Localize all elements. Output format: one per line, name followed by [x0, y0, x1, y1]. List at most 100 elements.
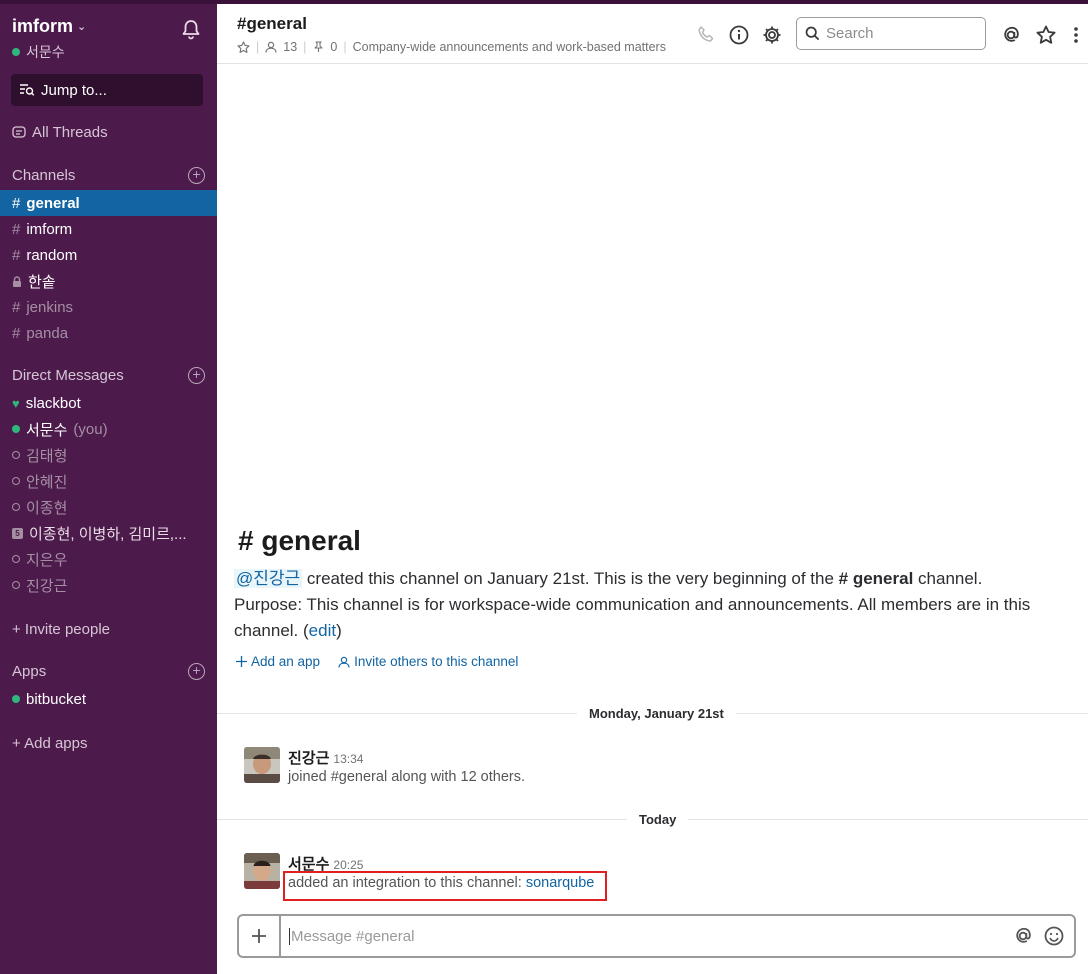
member-count[interactable]: 13: [283, 40, 297, 54]
sidebar-item-label: 김태형: [26, 447, 68, 465]
message-timestamp[interactable]: 13:34: [333, 752, 363, 766]
sidebar-item-label: imform: [26, 220, 73, 238]
hash-icon: #: [12, 194, 21, 212]
sidebar-item-label: 한솥: [28, 273, 56, 291]
chevron-down-icon: ⌄: [77, 21, 87, 33]
jump-to-label: Jump to...: [41, 81, 107, 99]
channel-reference[interactable]: # general: [839, 569, 914, 588]
team-name: imform: [12, 16, 74, 36]
all-threads-link[interactable]: All Threads: [12, 124, 108, 141]
sidebar-item-panda[interactable]: # panda: [0, 320, 217, 346]
jump-to-icon: [20, 84, 35, 96]
channel-intro-text: @진강근 created this channel on January 21s…: [234, 566, 1064, 644]
sidebar-item-label: bitbucket: [26, 690, 87, 708]
info-icon[interactable]: [728, 24, 750, 46]
hash-icon: #: [12, 246, 21, 264]
current-user-name: 서문수: [26, 44, 65, 60]
divider: |: [343, 40, 347, 54]
sidebar-item-label: random: [26, 246, 78, 264]
sidebar-item-label: 이종현: [26, 499, 68, 517]
add-app-button[interactable]: Add an app: [236, 654, 320, 669]
divider: |: [303, 40, 307, 54]
add-app-icon[interactable]: +: [188, 663, 205, 680]
sidebar-item-hansot[interactable]: 한솥: [0, 268, 217, 294]
sidebar-item-self[interactable]: 서문수 (you): [0, 416, 217, 442]
sidebar-item-label: panda: [26, 324, 69, 342]
sidebar-item-dm[interactable]: 지은우: [0, 546, 217, 572]
channel-title: #general: [237, 14, 307, 33]
author-name[interactable]: 진강근: [288, 750, 329, 767]
add-apps-label: + Add apps: [12, 734, 88, 752]
sidebar-item-label: 진강근: [26, 577, 68, 595]
purpose-end: ): [336, 621, 342, 640]
current-user[interactable]: 서문수: [12, 42, 65, 62]
you-suffix: (you): [73, 420, 108, 438]
jump-to-button[interactable]: Jump to...: [11, 74, 203, 106]
avatar[interactable]: [244, 747, 280, 783]
phone-icon[interactable]: [695, 24, 717, 46]
apps-section-header[interactable]: Apps +: [12, 663, 205, 680]
avatar-image: [244, 747, 280, 783]
sidebar-item-dm[interactable]: 김태형: [0, 442, 217, 468]
sidebar-item-random[interactable]: # random: [0, 242, 217, 268]
invite-others-button[interactable]: Invite others to this channel: [338, 654, 518, 669]
channel-topic[interactable]: Company-wide announcements and work-base…: [353, 40, 666, 54]
channels-heading: Channels: [12, 167, 76, 184]
message-text: joined #general along with 12 others.: [288, 769, 525, 785]
plus-icon: [252, 929, 266, 943]
sidebar-item-dm[interactable]: 안혜진: [0, 468, 217, 494]
message-author[interactable]: 진강근 13:34: [288, 747, 363, 768]
sidebar-item-label: jenkins: [26, 298, 74, 316]
search-icon: [805, 26, 820, 41]
heart-icon: ♥: [12, 395, 20, 411]
bell-icon[interactable]: [180, 18, 202, 40]
channel-header: #general | 13 | 0 | Company-wide announc…: [217, 0, 1088, 64]
channels-section-header[interactable]: Channels +: [12, 167, 205, 184]
creator-mention[interactable]: @진강근: [234, 569, 303, 588]
mention-icon[interactable]: [1012, 925, 1034, 947]
starred-items-icon[interactable]: [1035, 24, 1057, 46]
highlight-annotation-box: [283, 871, 607, 901]
member-icon[interactable]: [265, 41, 277, 53]
dm-section-header[interactable]: Direct Messages +: [12, 367, 205, 384]
sidebar-item-dm[interactable]: 이종현: [0, 494, 217, 520]
sidebar-item-slackbot[interactable]: ♥ slackbot: [0, 390, 217, 416]
sidebar-item-group-dm[interactable]: 5 이종현, 이병하, 김미르,...: [0, 520, 217, 546]
message-timestamp[interactable]: 20:25: [333, 858, 363, 872]
sidebar-item-general[interactable]: # general: [0, 190, 217, 216]
person-icon: [338, 656, 350, 668]
mentions-icon[interactable]: [1000, 24, 1022, 46]
search-input[interactable]: Search: [796, 17, 986, 50]
channel-intro-title: # general: [238, 525, 361, 556]
sidebar: imform ⌄ 서문수 Jump to... All Threads Chan…: [0, 0, 217, 974]
threads-icon: [12, 125, 26, 138]
pin-icon[interactable]: [312, 41, 324, 53]
hash-icon: #: [12, 324, 21, 342]
gear-icon[interactable]: [761, 24, 783, 46]
group-count-icon: 5: [12, 527, 23, 539]
invite-people-link[interactable]: + Invite people: [0, 616, 217, 642]
avatar[interactable]: [244, 853, 280, 889]
invite-others-label: Invite others to this channel: [354, 654, 519, 669]
sidebar-item-label: general: [26, 194, 80, 212]
sidebar-item-dm[interactable]: 진강근: [0, 572, 217, 598]
edit-purpose-link[interactable]: edit: [309, 621, 336, 640]
star-icon[interactable]: [237, 40, 250, 54]
sidebar-item-imform[interactable]: # imform: [0, 216, 217, 242]
invite-people-label: + Invite people: [12, 620, 110, 638]
add-attachment-button[interactable]: [239, 916, 281, 956]
more-vertical-icon[interactable]: [1065, 24, 1087, 46]
add-channel-icon[interactable]: +: [188, 167, 205, 184]
add-dm-icon[interactable]: +: [188, 367, 205, 384]
presence-away-icon: [12, 451, 20, 459]
message-input-placeholder[interactable]: Message #general: [289, 928, 414, 945]
add-apps-link[interactable]: + Add apps: [0, 730, 217, 756]
sidebar-item-label: 서문수: [26, 421, 68, 439]
team-menu[interactable]: imform ⌄: [12, 16, 86, 37]
sidebar-item-bitbucket[interactable]: bitbucket: [0, 686, 217, 712]
message-composer[interactable]: Message #general: [237, 914, 1076, 958]
sidebar-item-jenkins[interactable]: # jenkins: [0, 294, 217, 320]
emoji-icon[interactable]: [1043, 925, 1065, 947]
sidebar-item-label: 이종현, 이병하, 김미르,...: [29, 525, 187, 543]
pin-count[interactable]: 0: [330, 40, 337, 54]
